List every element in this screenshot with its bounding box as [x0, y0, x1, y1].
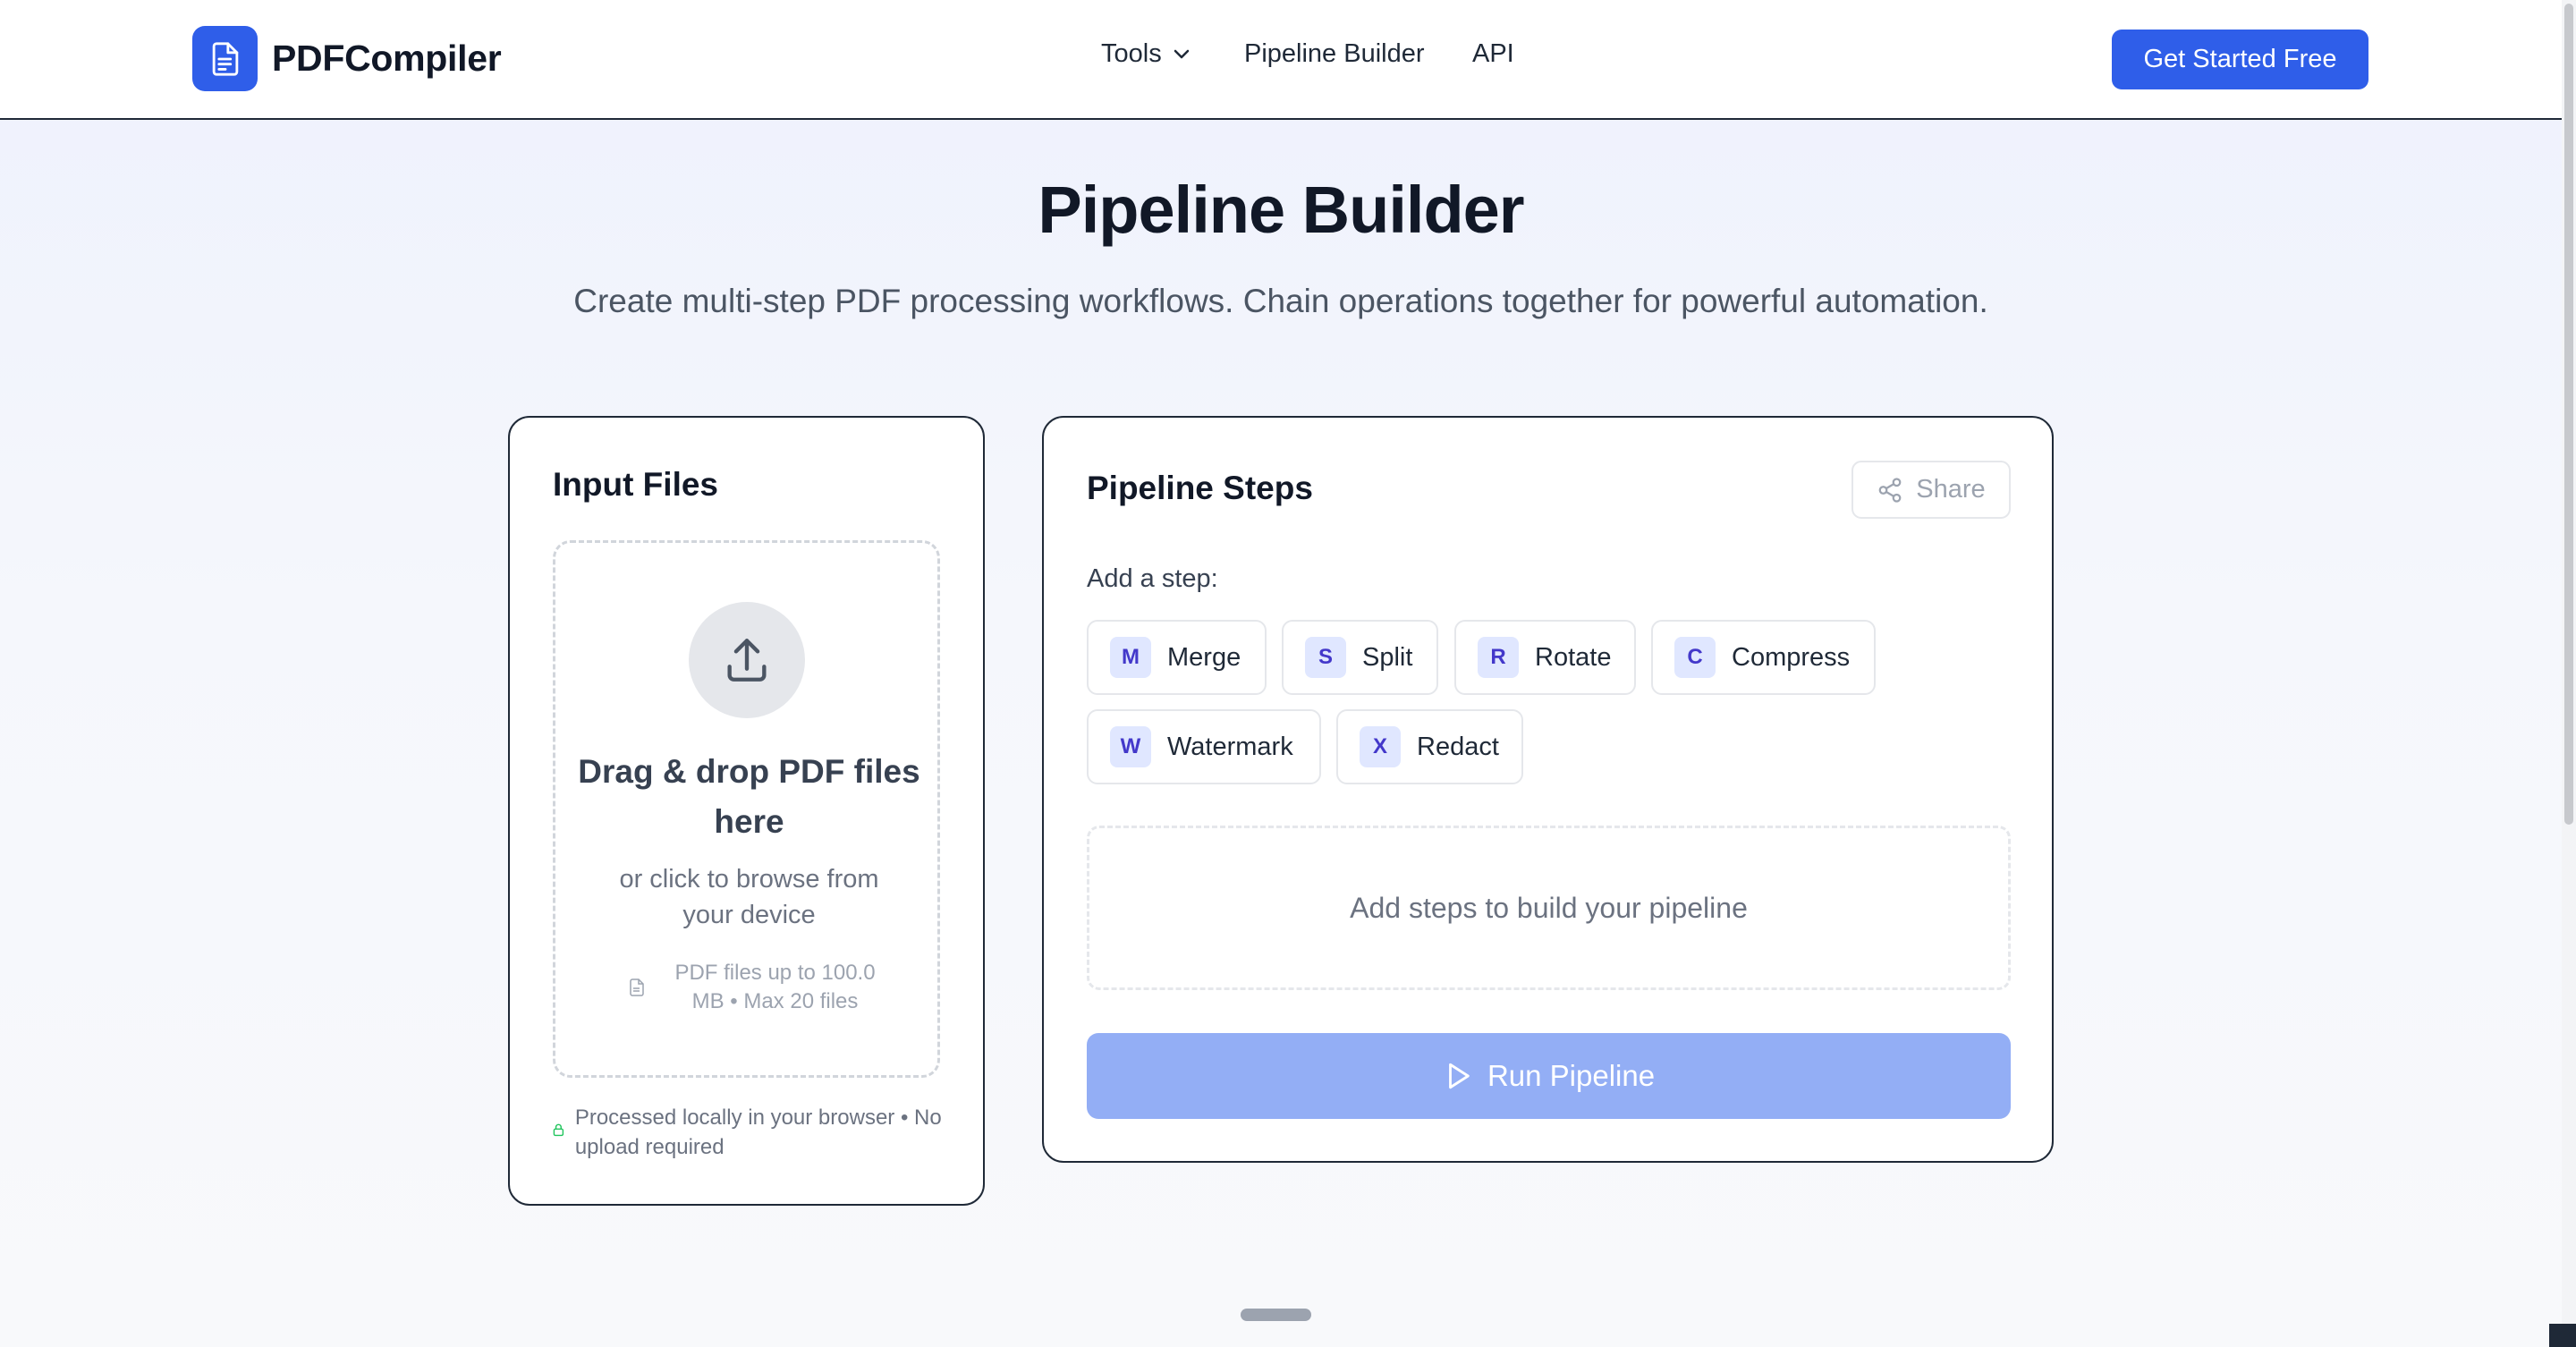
add-step-merge[interactable]: M Merge: [1087, 620, 1267, 695]
share-button[interactable]: Share: [1852, 461, 2011, 519]
local-processing-text: Processed locally in your browser • No u…: [574, 1106, 942, 1159]
local-processing-note: Processed locally in your browser • No u…: [553, 1103, 946, 1162]
step-letter-badge: R: [1478, 637, 1519, 678]
nav-pipeline-builder[interactable]: Pipeline Builder: [1244, 39, 1425, 69]
add-step-redact[interactable]: X Redact: [1336, 709, 1523, 784]
page-subtitle: Create multi-step PDF processing workflo…: [573, 283, 1988, 319]
file-dropzone[interactable]: Drag & drop PDF files here or click to b…: [553, 540, 940, 1078]
scrollbar-thumb[interactable]: [2564, 4, 2573, 825]
step-label: Split: [1362, 642, 1413, 672]
dropzone-limits-text: PDF files up to 100.0 MB • Max 20 files: [674, 961, 876, 1013]
document-icon: [192, 26, 258, 91]
step-letter-badge: X: [1360, 726, 1401, 767]
share-label: Share: [1916, 475, 1986, 504]
page-title: Pipeline Builder: [1038, 173, 1524, 247]
window-corner: [2549, 1324, 2576, 1347]
step-letter-badge: C: [1674, 637, 1716, 678]
pipeline-steps-card: Pipeline Steps Share Add a step: M Merge…: [1042, 416, 2054, 1163]
nav-tools-label: Tools: [1101, 39, 1162, 68]
brand-name: PDFCompiler: [272, 38, 502, 79]
dropzone-subtitle: or click to browse from your device: [619, 865, 879, 929]
input-files-card: Input Files Drag & drop PDF files here o…: [508, 416, 985, 1206]
brand-logo[interactable]: PDFCompiler: [192, 26, 502, 91]
drag-handle[interactable]: [1241, 1309, 1311, 1321]
run-pipeline-button[interactable]: Run Pipeline: [1087, 1033, 2011, 1119]
step-label: Merge: [1167, 642, 1241, 672]
nav-api[interactable]: API: [1472, 39, 1514, 69]
input-files-title: Input Files: [553, 466, 718, 503]
lock-icon: [553, 1123, 564, 1137]
chevron-down-icon: [1174, 49, 1189, 58]
add-step-watermark[interactable]: W Watermark: [1087, 709, 1321, 784]
pipeline-empty-state: Add steps to build your pipeline: [1087, 826, 2011, 990]
step-label: Redact: [1417, 732, 1499, 761]
file-icon: [629, 978, 644, 996]
nav-tools-dropdown[interactable]: Tools: [1101, 39, 1191, 69]
dropzone-title: Drag & drop PDF files here: [578, 753, 920, 840]
upload-icon: [689, 602, 805, 718]
step-label: Watermark: [1167, 732, 1293, 761]
step-label: Compress: [1732, 642, 1851, 672]
top-navbar: PDFCompiler Tools Pipeline Builder API G…: [0, 0, 2562, 120]
add-step-compress[interactable]: C Compress: [1651, 620, 1876, 695]
step-letter-badge: S: [1305, 637, 1346, 678]
step-label: Rotate: [1535, 642, 1612, 672]
add-step-split[interactable]: S Split: [1282, 620, 1438, 695]
run-pipeline-label: Run Pipeline: [1487, 1059, 1656, 1092]
add-step-rotate[interactable]: R Rotate: [1454, 620, 1636, 695]
get-started-button[interactable]: Get Started Free: [2112, 30, 2368, 89]
dropzone-limits: PDF files up to 100.0 MB • Max 20 files: [609, 959, 907, 1016]
play-icon: [1449, 1063, 1470, 1089]
share-icon: [1878, 477, 1902, 503]
step-letter-badge: W: [1110, 726, 1151, 767]
pipeline-steps-title: Pipeline Steps: [1087, 470, 1313, 506]
add-step-label: Add a step:: [1087, 564, 1218, 593]
step-letter-badge: M: [1110, 637, 1151, 678]
